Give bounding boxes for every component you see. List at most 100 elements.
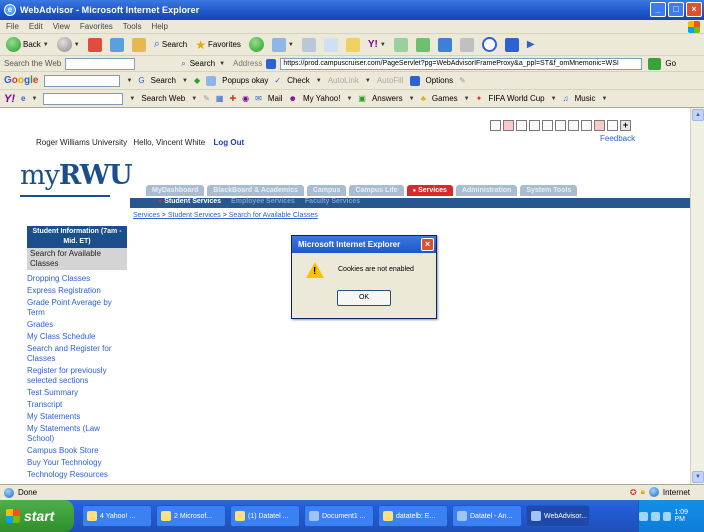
menu-help[interactable]: Help — [151, 22, 167, 31]
portal-tool-icon[interactable] — [529, 120, 540, 131]
go-arrow-icon[interactable] — [648, 57, 662, 70]
search-button[interactable]: ⌕ Search — [152, 36, 190, 54]
breadcrumb-search-classes[interactable]: Search for Available Classes — [229, 212, 318, 219]
blue-button[interactable] — [436, 36, 454, 54]
feedback-link[interactable]: Feedback — [600, 134, 635, 143]
sidebar-item-my-statements-law[interactable]: My Statements (Law School) — [27, 424, 127, 444]
close-button[interactable]: × — [686, 2, 702, 17]
home-button[interactable] — [130, 36, 148, 54]
tab-campus-life[interactable]: Campus Life — [349, 185, 404, 196]
breadcrumb-student-services[interactable]: Student Services — [168, 212, 221, 219]
shield-icon[interactable]: ◉ — [242, 94, 249, 103]
logout-link[interactable]: Log Out — [213, 138, 244, 147]
yahoo-mail-button[interactable]: Y! ▼ — [366, 36, 388, 54]
add-icon[interactable]: + — [620, 120, 631, 131]
games-button[interactable]: Games — [432, 94, 458, 103]
menu-view[interactable]: View — [53, 22, 70, 31]
research-button[interactable] — [392, 36, 410, 54]
google-search-input[interactable] — [44, 74, 121, 87]
portal-tool-icon[interactable] — [542, 120, 553, 131]
back-button[interactable]: Back ▼ — [4, 36, 51, 54]
tray-icon[interactable] — [662, 511, 672, 521]
portal-tool-icon[interactable] — [607, 120, 618, 131]
stop-button[interactable] — [86, 36, 104, 54]
google-search-button[interactable]: Search — [151, 76, 176, 85]
sidebar-item-grades[interactable]: Grades — [27, 320, 127, 330]
tab-blackboard-academics[interactable]: BlackBoard & Academics — [207, 185, 304, 196]
fifa-world-cup-button[interactable]: FIFA World Cup — [488, 94, 544, 103]
portal-tool-icon[interactable] — [581, 120, 592, 131]
circle-button[interactable] — [480, 36, 499, 54]
forward-button[interactable]: ▼ — [55, 36, 82, 54]
tray-icon[interactable] — [650, 511, 660, 521]
popups-okay-button[interactable]: Popups okay — [222, 76, 268, 85]
scroll-down-icon[interactable]: ▼ — [692, 471, 704, 483]
ok-button[interactable]: OK — [337, 290, 391, 306]
tray-icon[interactable] — [639, 511, 648, 521]
breadcrumb-services[interactable]: Services — [133, 212, 160, 219]
history-button[interactable] — [247, 36, 266, 54]
portal-tool-icon[interactable] — [594, 120, 605, 131]
task-document1[interactable]: Document1 ... — [304, 505, 374, 527]
maximize-button[interactable]: □ — [668, 2, 684, 17]
yahoo-search-input[interactable] — [43, 92, 124, 105]
task-microsoft[interactable]: 2 Microsof... — [156, 505, 226, 527]
folder-button[interactable] — [344, 36, 362, 54]
portal-tool-icon[interactable] — [490, 120, 501, 131]
address-input[interactable]: https://prod.campuscruiser.com/PageServl… — [280, 57, 643, 70]
grid-icon[interactable]: ▦ — [216, 94, 224, 103]
scroll-up-icon[interactable]: ▲ — [692, 109, 704, 121]
sidebar-item-dropping-classes[interactable]: Dropping Classes — [27, 274, 127, 284]
task-datatel-1[interactable]: (1) Datatel ... — [230, 505, 300, 527]
search-web-button[interactable]: Search — [190, 59, 215, 68]
tab-administration[interactable]: Administration — [455, 185, 518, 196]
portal-tool-icon[interactable] — [503, 120, 514, 131]
edit-button[interactable] — [322, 36, 340, 54]
answers-button[interactable]: Answers — [372, 94, 403, 103]
search-web-input[interactable] — [65, 57, 136, 70]
sidebar-item-test-summary[interactable]: Test Summary — [27, 388, 127, 398]
discuss-button[interactable] — [458, 36, 476, 54]
tab-system-tools[interactable]: System Tools — [520, 185, 578, 196]
task-webadvisor[interactable]: WebAdvisor... — [526, 505, 590, 527]
task-datatelb[interactable]: datatelb: E... — [378, 505, 448, 527]
print-button[interactable] — [300, 36, 318, 54]
portal-tool-icon[interactable] — [516, 120, 527, 131]
play-button[interactable]: ▶ — [525, 36, 537, 54]
yahoo-mail-button[interactable]: Mail — [268, 94, 283, 103]
menu-tools[interactable]: Tools — [123, 22, 142, 31]
sidebar-item-transcript[interactable]: Transcript — [27, 400, 127, 410]
yahoo-search-web-button[interactable]: Search Web — [141, 94, 185, 103]
tab-mydashboard[interactable]: MyDashboard — [146, 185, 205, 196]
my-yahoo-button[interactable]: My Yahoo! — [303, 94, 341, 103]
plus-icon[interactable]: ✚ — [229, 94, 236, 103]
sidebar-item-express-registration[interactable]: Express Registration — [27, 286, 127, 296]
sidebar-item-buy-technology[interactable]: Buy Your Technology — [27, 458, 127, 468]
subtab-student-services[interactable]: Student Services — [158, 198, 221, 205]
subtab-faculty-services[interactable]: Faculty Services — [305, 198, 360, 205]
subtab-employee-services[interactable]: Employee Services — [231, 198, 295, 205]
favorites-button[interactable]: ★ Favorites — [193, 36, 243, 54]
sidebar-item-technology-resources[interactable]: Technology Resources — [27, 470, 127, 480]
minimize-button[interactable]: _ — [650, 2, 666, 17]
menu-favorites[interactable]: Favorites — [80, 22, 113, 31]
sidebar-item-gpa-by-term[interactable]: Grade Point Average by Term — [27, 298, 127, 318]
menu-edit[interactable]: Edit — [29, 22, 43, 31]
tab-services[interactable]: Services — [406, 185, 453, 196]
media-button[interactable] — [503, 36, 521, 54]
sidebar-item-selected[interactable]: Search for Available Classes — [27, 248, 127, 270]
sidebar-item-book-store[interactable]: Campus Book Store — [27, 446, 127, 456]
task-datatel-an[interactable]: Datatel - An... — [452, 505, 522, 527]
portal-tool-icon[interactable] — [555, 120, 566, 131]
sidebar-item-search-register[interactable]: Search and Register for Classes — [27, 344, 127, 364]
mail-button[interactable]: ▼ — [270, 36, 296, 54]
music-button[interactable]: Music — [575, 94, 596, 103]
check-button[interactable]: Check — [287, 76, 310, 85]
autolink-button[interactable]: AutoLink — [328, 76, 359, 85]
dialog-close-button[interactable]: × — [421, 238, 434, 251]
options-button[interactable]: Options — [426, 76, 454, 85]
autofill-button[interactable]: AutoFill — [377, 76, 404, 85]
task-yahoo[interactable]: 4 Yahoo! ... — [82, 505, 152, 527]
sidebar-item-class-schedule[interactable]: My Class Schedule — [27, 332, 127, 342]
portal-tool-icon[interactable] — [568, 120, 579, 131]
